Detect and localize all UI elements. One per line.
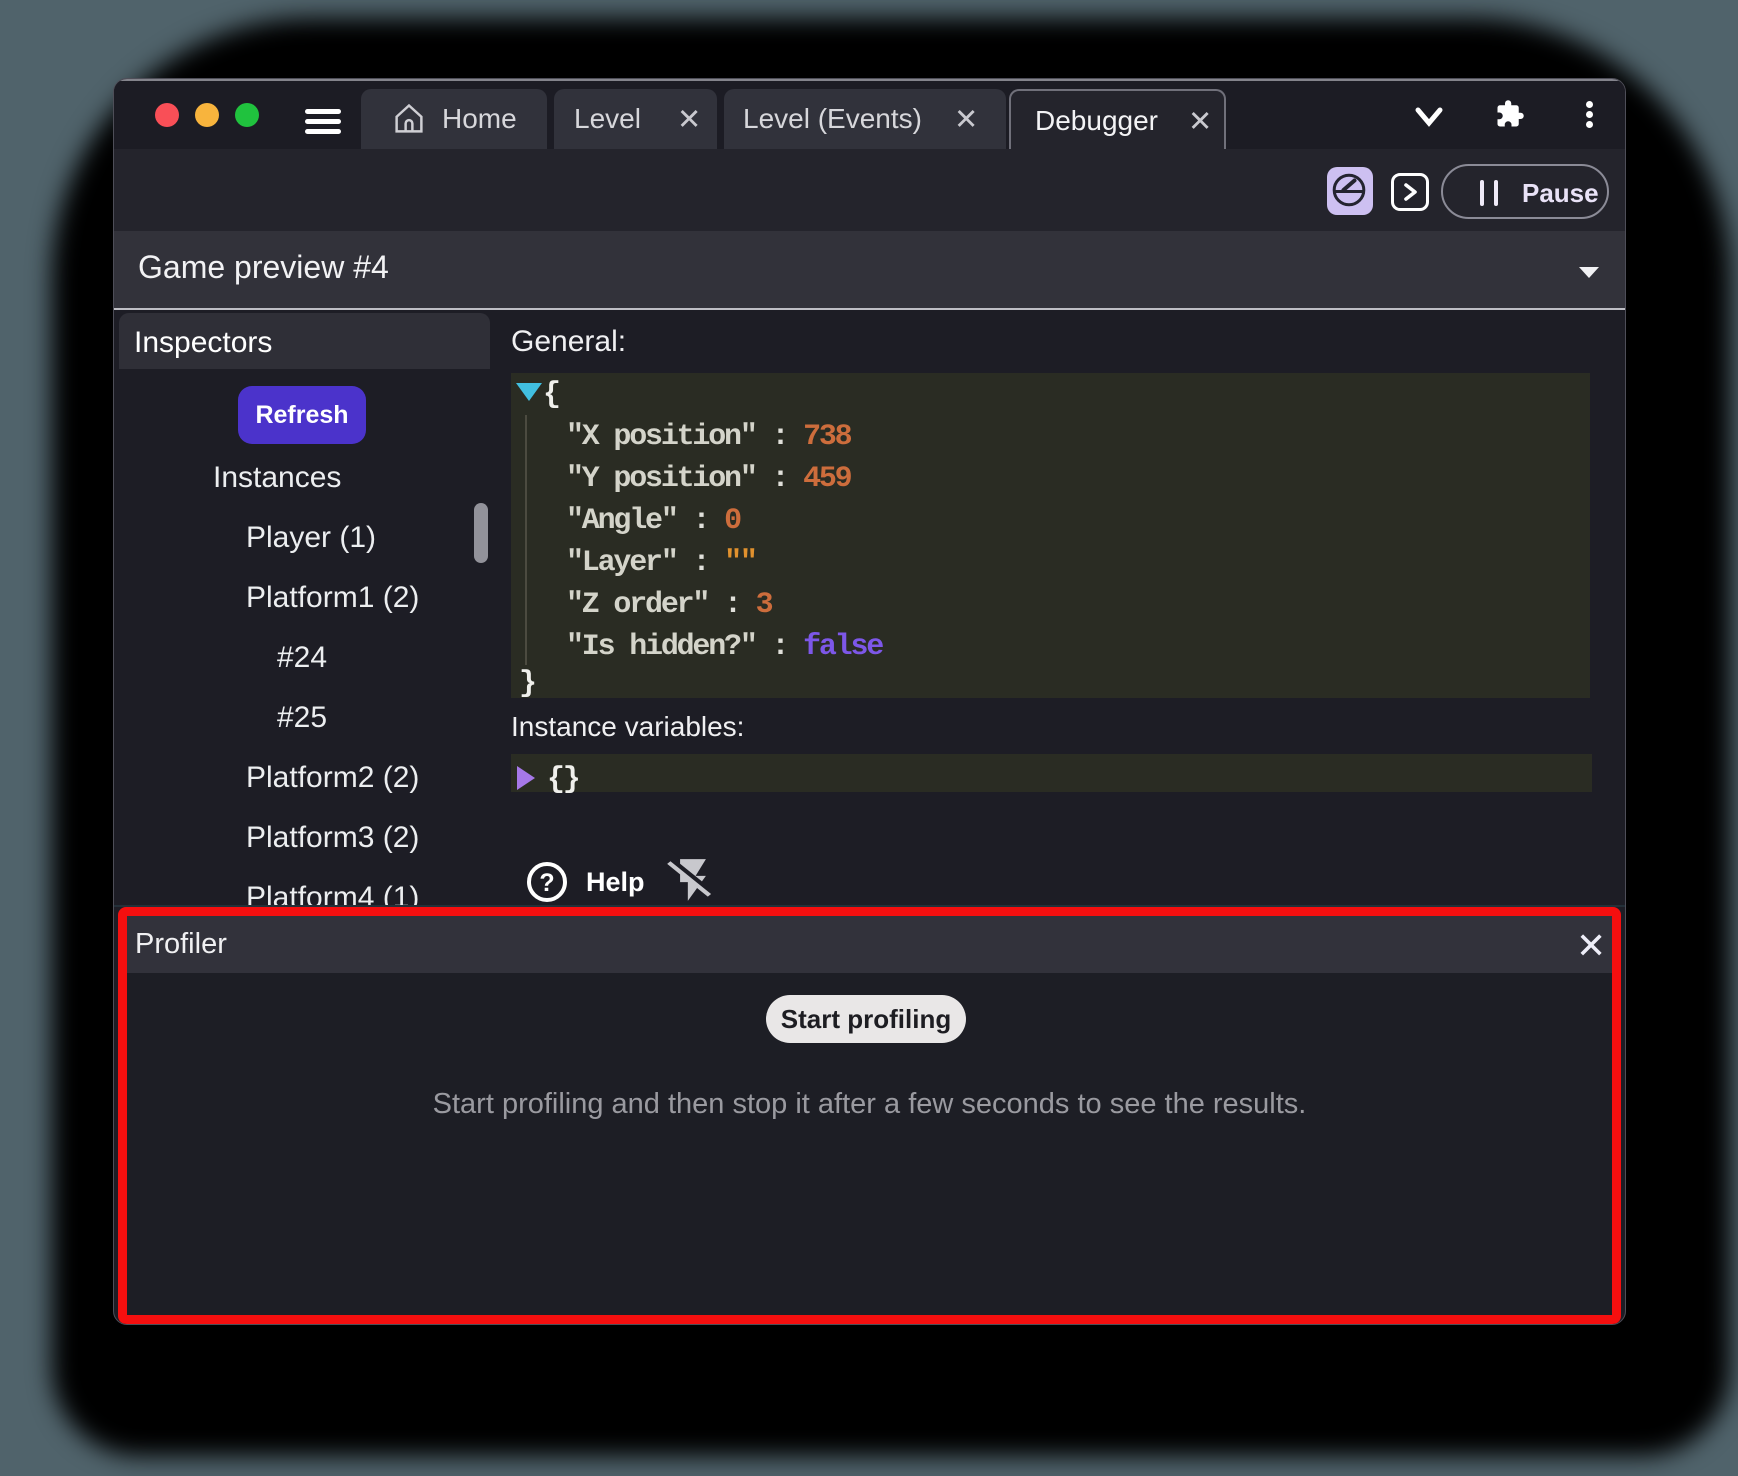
svg-text:?: ? [539, 869, 554, 897]
